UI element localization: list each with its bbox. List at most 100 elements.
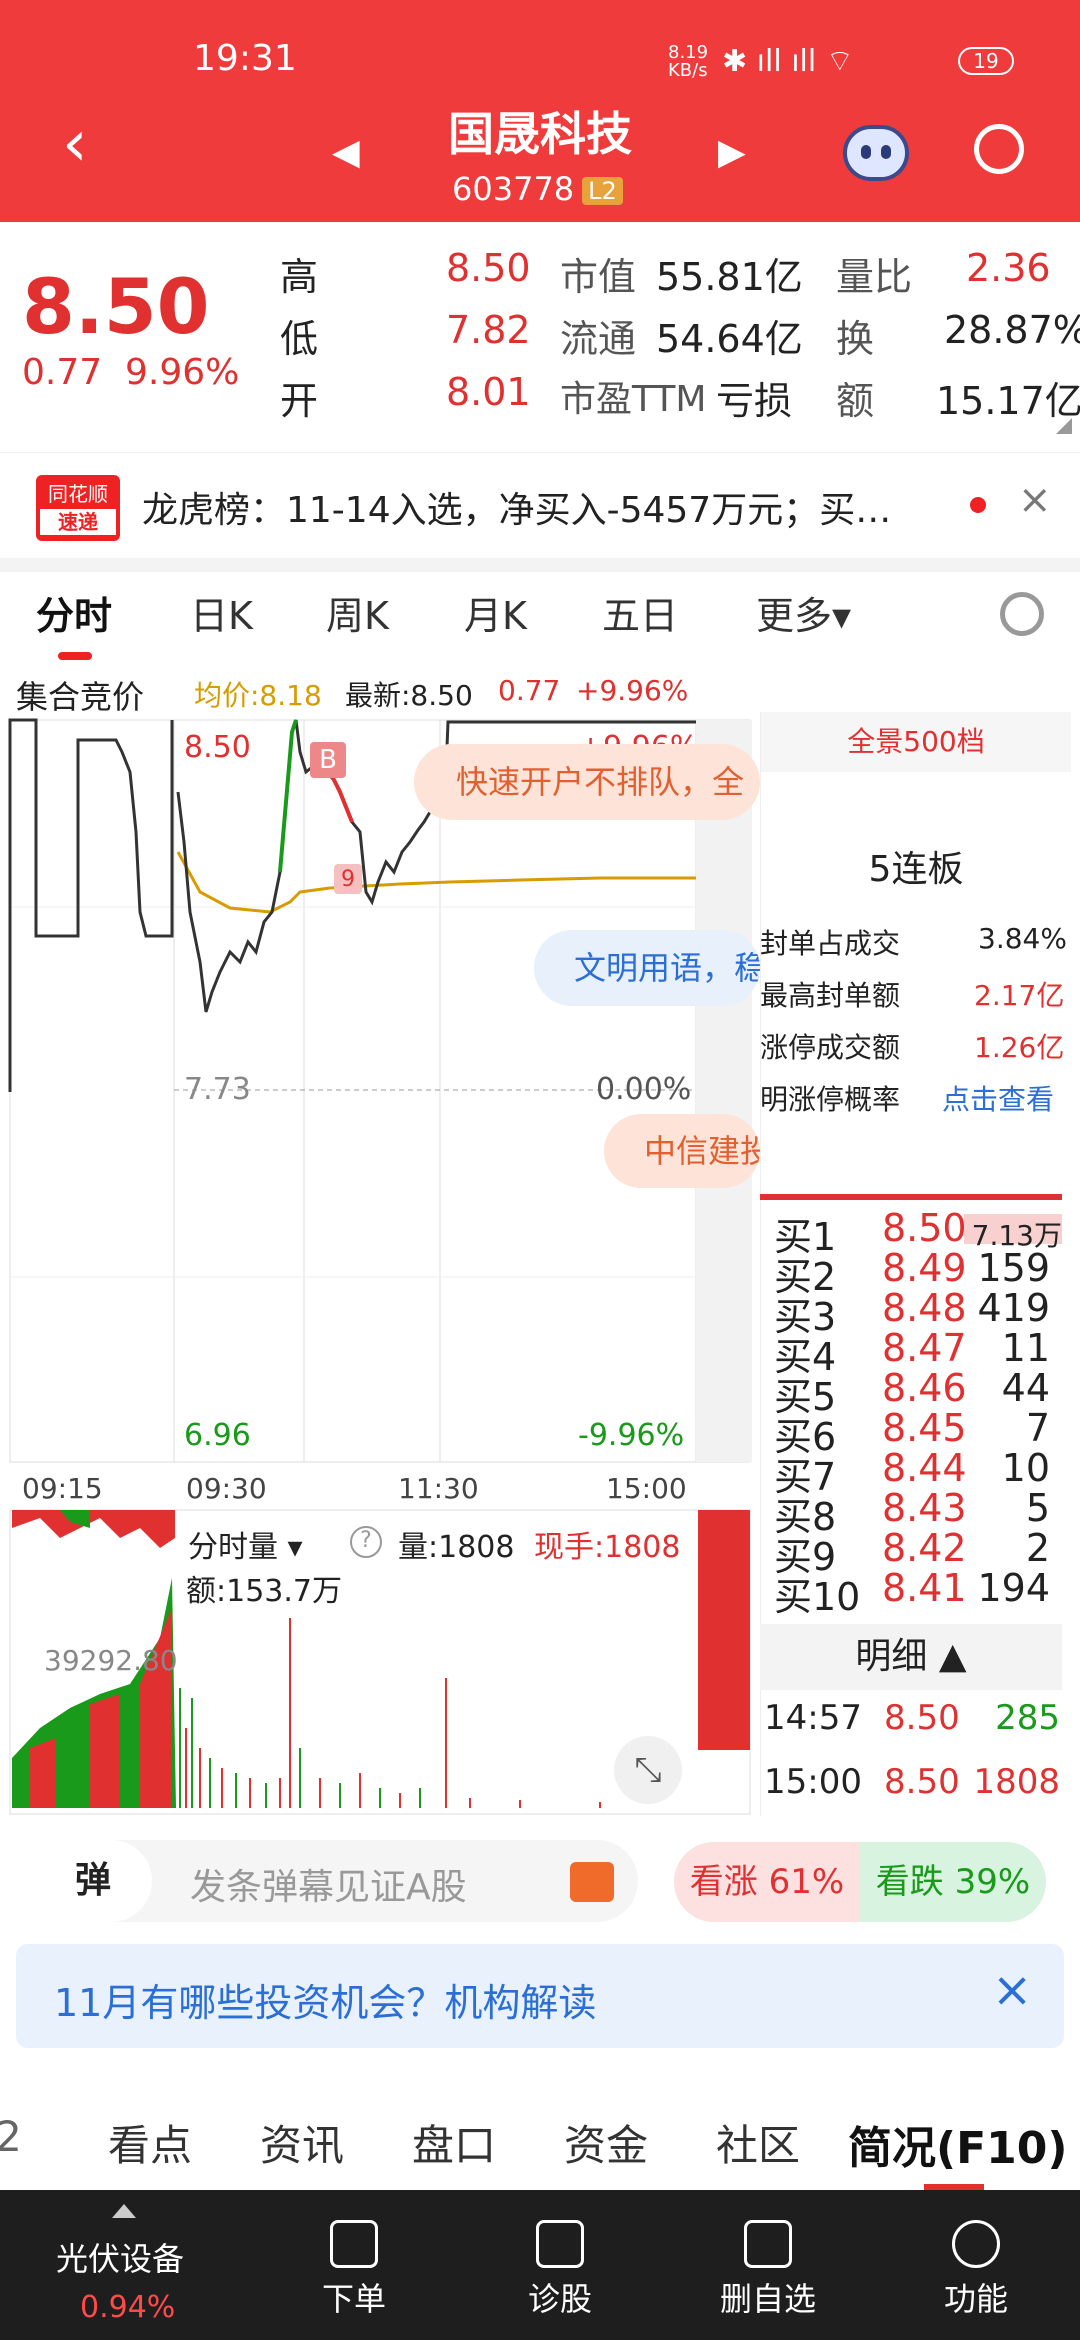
- bid-qty: 5: [1025, 1486, 1050, 1530]
- seal-ratio-value: 3.84%: [978, 922, 1067, 955]
- sector-up-icon: [112, 2204, 136, 2218]
- tab-monthly-k[interactable]: 月K: [464, 585, 527, 640]
- open-value: 8.01: [446, 370, 531, 414]
- volume-mode-select[interactable]: 分时量 ▾: [188, 1522, 303, 1566]
- latest-price: 最新:8.50: [345, 679, 473, 712]
- tonghuashun-logo: 同花顺 速递: [36, 475, 120, 541]
- ad-bubble-civil[interactable]: 文明用语，稳: [534, 930, 760, 1006]
- stock-code: 603778 L2: [452, 170, 623, 208]
- signal-icon: ✱ ıll ıll ⌔: [722, 44, 854, 79]
- tab-weekly-k[interactable]: 周K: [326, 585, 389, 640]
- vol-ratio-value: 2.36: [966, 246, 1051, 290]
- tab-five-day[interactable]: 五日: [602, 585, 678, 640]
- current-hand: 现手:1808: [534, 1530, 681, 1565]
- close-news-icon[interactable]: ×: [1018, 477, 1052, 523]
- bid-price: 8.49: [882, 1246, 967, 1290]
- limit-amount-label: 涨停成交额: [760, 1031, 901, 1064]
- chart-bot-price: 6.96: [184, 1418, 251, 1453]
- expand-corner-icon[interactable]: [1056, 418, 1072, 434]
- ai-banner-text: 11月有哪些投资机会？机构解读: [54, 1981, 597, 2025]
- tab-active-indicator: [58, 652, 92, 660]
- tab-news[interactable]: 资讯: [260, 2112, 344, 2173]
- prev-stock-icon[interactable]: ◀: [332, 132, 360, 173]
- float-label: 流通: [560, 317, 637, 361]
- limit-prob-link[interactable]: 点击查看: [942, 1078, 1054, 1118]
- news-ticker[interactable]: 同花顺 速递 龙虎榜：11-14入选，净买入-5457万元；买… ×: [0, 452, 1080, 558]
- bid-price: 8.48: [882, 1286, 967, 1330]
- bottom-nav: 光伏设备 0.94% 下单 诊股 删自选 功能: [0, 2190, 1080, 2340]
- volume-axis-left: 39292.80: [44, 1644, 178, 1677]
- trade-price: 8.50: [884, 1762, 960, 1802]
- tab-f10[interactable]: 简况(F10): [848, 2112, 1068, 2176]
- open-label: 开: [280, 379, 319, 423]
- fullscreen-icon[interactable]: ⤡: [614, 1736, 682, 1804]
- gift-icon[interactable]: [570, 1862, 614, 1902]
- nav-functions[interactable]: 功能: [906, 2190, 1046, 2320]
- quote-panel: 8.50 0.77 9.96% 高 8.50 低 7.82 开 8.01 市值 …: [0, 222, 1080, 434]
- ad-bubble-citic[interactable]: 中信建投: [604, 1114, 760, 1188]
- diagnose-icon: [536, 2220, 584, 2268]
- trade-time: 14:57: [764, 1698, 862, 1738]
- turnover-value: 28.87%: [944, 308, 1080, 352]
- divider: [0, 558, 1080, 572]
- danmu-input[interactable]: 发条弹幕见证A股: [190, 1858, 467, 1910]
- tab-orderbook[interactable]: 盘口: [412, 2112, 496, 2173]
- tab-intraday[interactable]: 分时: [36, 585, 112, 640]
- danmu-toggle-icon[interactable]: 弹: [34, 1840, 152, 1922]
- time-0930: 09:30: [186, 1472, 267, 1505]
- low-value: 7.82: [446, 308, 531, 352]
- bid-label: 买10: [774, 1575, 861, 1619]
- chart-top-price: 8.50: [184, 730, 251, 765]
- trade-qty: 285: [995, 1698, 1060, 1738]
- avg-price: 均价:8.18: [194, 679, 322, 712]
- bid-qty: 2: [1025, 1526, 1050, 1570]
- level2-badge: L2: [582, 177, 623, 205]
- price-change: 0.77: [22, 352, 103, 393]
- close-banner-icon[interactable]: ×: [992, 1962, 1032, 2018]
- bid-price: 8.44: [882, 1446, 967, 1490]
- amount-value: 15.17亿: [936, 379, 1080, 423]
- nav-remove-watchlist[interactable]: 删自选: [698, 2190, 838, 2320]
- trade-qty: 1808: [973, 1762, 1060, 1802]
- trade-price: 8.50: [884, 1698, 960, 1738]
- tab-community[interactable]: 社区: [716, 2112, 800, 2173]
- full-depth-button[interactable]: 全景500档: [761, 712, 1071, 772]
- amount-label: 额: [836, 379, 875, 423]
- trade-detail-header[interactable]: 明细 ▲: [760, 1624, 1062, 1690]
- tab-highlights[interactable]: 看点: [108, 2112, 192, 2173]
- tab-more[interactable]: 更多▾: [756, 585, 851, 640]
- tab-funds[interactable]: 资金: [564, 2112, 648, 2173]
- limit-board-title: 5连板: [868, 849, 964, 890]
- bearish-button[interactable]: 看跌 39%: [860, 1842, 1046, 1922]
- high-value: 8.50: [446, 246, 531, 290]
- bid-price: 8.47: [882, 1326, 967, 1370]
- next-stock-icon[interactable]: ▶: [718, 132, 746, 173]
- svg-text:9: 9: [341, 867, 355, 892]
- tab-daily-k[interactable]: 日K: [190, 585, 253, 640]
- settings-gear-icon[interactable]: [1000, 592, 1044, 636]
- chart-mid-price: 7.73: [184, 1072, 251, 1107]
- search-icon[interactable]: [974, 124, 1024, 174]
- ad-bubble-open-account[interactable]: 快速开户不排队，全: [414, 744, 760, 820]
- mcap-value: 55.81亿: [656, 255, 803, 299]
- volume-help-icon[interactable]: ?: [350, 1526, 382, 1558]
- back-icon[interactable]: ‹: [62, 112, 88, 176]
- nav-order[interactable]: 下单: [284, 2190, 424, 2320]
- app-header: 19:31 8.19 KB/s ✱ ıll ıll ⌔ 19 ‹ ◀ 国晟科技 6…: [0, 0, 1080, 222]
- vol-ratio-label: 量比: [836, 255, 913, 299]
- sector-name[interactable]: 光伏设备: [56, 2234, 184, 2280]
- bid-qty: 44: [1001, 1366, 1050, 1410]
- robot-assistant-icon[interactable]: [843, 125, 909, 181]
- ai-banner[interactable]: 11月有哪些投资机会？机构解读 ×: [16, 1944, 1064, 2048]
- danmu-bar: 弹 发条弹幕见证A股: [34, 1840, 638, 1922]
- nav-diagnose[interactable]: 诊股: [490, 2190, 630, 2320]
- tab-partial[interactable]: -2: [0, 2112, 22, 2161]
- time-1500: 15:00: [606, 1472, 687, 1505]
- bid-qty: 159: [977, 1246, 1050, 1290]
- bid-qty: 419: [977, 1286, 1050, 1330]
- pe-value: 亏损: [716, 379, 793, 423]
- bid-price: 8.43: [882, 1486, 967, 1530]
- seal-ratio-label: 封单占成交: [760, 927, 901, 960]
- bid-price: 8.45: [882, 1406, 967, 1450]
- bullish-button[interactable]: 看涨 61%: [674, 1842, 860, 1922]
